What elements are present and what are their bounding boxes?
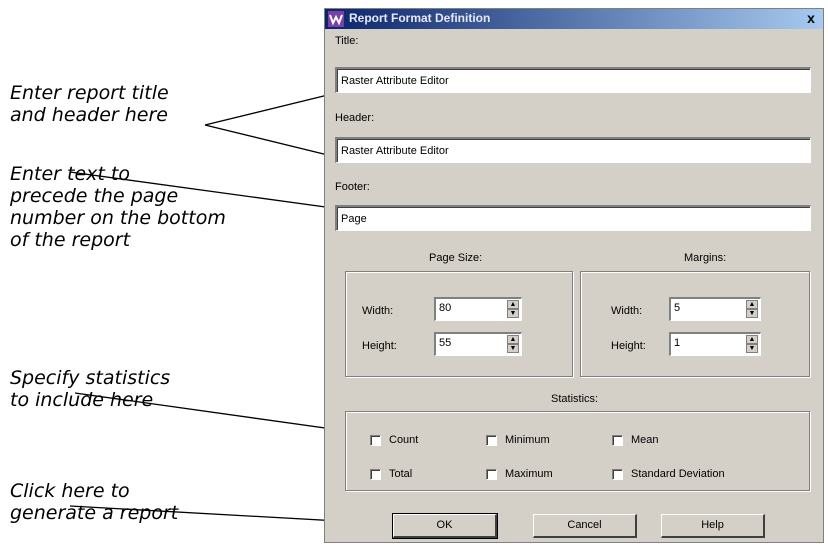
close-icon[interactable]: x — [803, 11, 819, 25]
spin-up-icon: ▲ — [507, 300, 519, 309]
callout-title-header: Enter report title and header here — [10, 82, 169, 126]
help-button[interactable]: Help — [661, 514, 765, 538]
page-width-stepper[interactable]: 80 ▲ ▼ — [434, 297, 522, 321]
dialog-title: Report Format Definition — [349, 11, 491, 25]
callout-statistics: Specify statistics to include here — [10, 367, 170, 411]
spin-arrows[interactable]: ▲ ▼ — [507, 335, 519, 354]
callout-line: Enter report title — [10, 82, 169, 104]
page-height-label: Height: — [362, 340, 397, 352]
spin-down-icon: ▼ — [746, 344, 758, 353]
checkbox-box[interactable] — [612, 434, 623, 446]
page-height-stepper[interactable]: 55 ▲ ▼ — [434, 332, 522, 356]
spin-down-icon: ▼ — [507, 309, 519, 318]
checkbox-label: Total — [389, 468, 413, 480]
callout-line: Specify statistics — [10, 367, 171, 389]
page-width-label: Width: — [362, 305, 394, 317]
callout-line: and header here — [10, 104, 168, 126]
spin-up-icon: ▲ — [507, 335, 519, 344]
spin-arrows[interactable]: ▲ ▼ — [746, 335, 758, 354]
standard-deviation-checkbox[interactable]: Standard Deviation — [612, 468, 725, 480]
margin-width-value: 5 — [674, 302, 681, 314]
minimum-checkbox[interactable]: Minimum — [486, 434, 550, 446]
statistics-label: Statistics: — [551, 393, 599, 405]
title-label: Title: — [335, 35, 359, 47]
count-checkbox[interactable]: Count — [370, 434, 418, 446]
header-label: Header: — [335, 112, 375, 124]
callout-line: Enter text to — [10, 163, 130, 185]
callout-line: precede the page — [10, 185, 179, 207]
footer-label: Footer: — [335, 181, 370, 193]
spin-arrows[interactable]: ▲ ▼ — [507, 300, 519, 319]
footer-input[interactable]: Page — [335, 205, 811, 231]
mean-checkbox[interactable]: Mean — [612, 434, 659, 446]
checkbox-label: Standard Deviation — [631, 468, 725, 480]
spin-down-icon: ▼ — [746, 309, 758, 318]
callout-line: of the report — [10, 229, 131, 251]
margin-height-value: 1 — [674, 337, 681, 349]
checkbox-box[interactable] — [486, 468, 497, 480]
ok-button[interactable]: OK — [392, 513, 498, 539]
title-input[interactable]: Raster Attribute Editor — [335, 67, 811, 93]
margin-width-label: Width: — [611, 305, 643, 317]
callout-ok: Click here to generate a report — [10, 480, 178, 524]
page-width-value: 80 — [439, 302, 452, 314]
report-format-dialog: Report Format Definition x Title: Raster… — [324, 8, 824, 543]
header-input[interactable]: Raster Attribute Editor — [335, 137, 811, 163]
margins-label: Margins: — [684, 252, 727, 264]
margins-group: Width: 5 ▲ ▼ Height: 1 ▲ ▼ — [580, 271, 810, 377]
checkbox-box[interactable] — [612, 468, 623, 480]
checkbox-label: Minimum — [505, 434, 550, 446]
spin-arrows[interactable]: ▲ ▼ — [746, 300, 758, 319]
spin-up-icon: ▲ — [746, 300, 758, 309]
margin-height-stepper[interactable]: 1 ▲ ▼ — [669, 332, 761, 356]
spin-down-icon: ▼ — [507, 344, 519, 353]
page-size-group: Width: 80 ▲ ▼ Height: 55 ▲ ▼ — [345, 271, 573, 377]
checkbox-label: Count — [389, 434, 419, 446]
app-icon — [328, 11, 344, 27]
margin-height-label: Height: — [611, 340, 646, 352]
maximum-checkbox[interactable]: Maximum — [486, 468, 553, 480]
page-height-value: 55 — [439, 337, 452, 349]
title-bar[interactable]: Report Format Definition x — [325, 9, 823, 29]
page-size-label: Page Size: — [429, 252, 483, 264]
callout-footer: Enter text to precede the page number on… — [10, 163, 226, 251]
statistics-group: Count Minimum Mean Total Maximum Standar… — [345, 411, 810, 491]
callout-line: generate a report — [10, 502, 179, 524]
cancel-button[interactable]: Cancel — [533, 514, 637, 538]
arrow-to-title — [204, 89, 342, 126]
checkbox-box[interactable] — [370, 468, 381, 480]
margin-width-stepper[interactable]: 5 ▲ ▼ — [669, 297, 761, 321]
callout-line: number on the bottom — [10, 207, 226, 229]
spin-up-icon: ▲ — [746, 335, 758, 344]
total-checkbox[interactable]: Total — [370, 468, 412, 480]
checkbox-label: Maximum — [505, 468, 553, 480]
checkbox-box[interactable] — [370, 434, 381, 446]
checkbox-label: Mean — [631, 434, 659, 446]
callout-line: Click here to — [10, 480, 130, 502]
checkbox-box[interactable] — [486, 434, 497, 446]
arrow-to-header — [204, 124, 342, 161]
callout-line: to include here — [10, 389, 154, 411]
